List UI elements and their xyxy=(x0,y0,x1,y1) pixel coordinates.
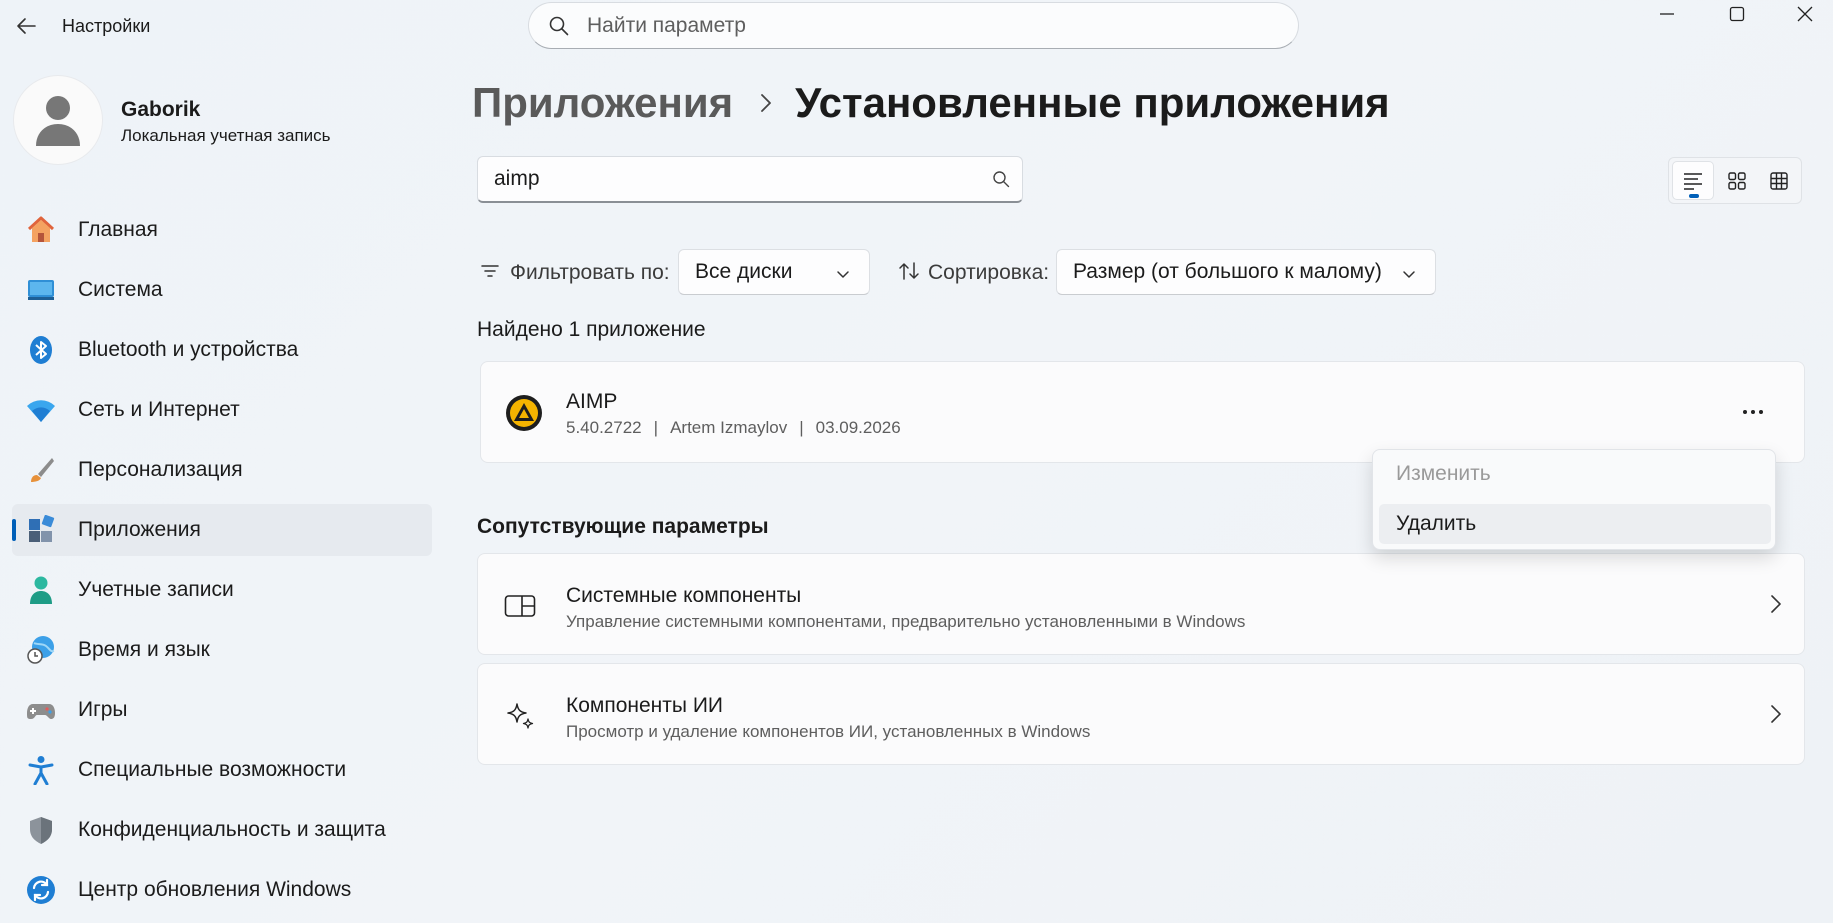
globe-clock-icon xyxy=(26,635,56,665)
minimize-button[interactable] xyxy=(1637,0,1697,28)
profile-name: Gaborik xyxy=(121,98,201,121)
close-button[interactable] xyxy=(1775,0,1833,28)
chevron-down-icon xyxy=(835,264,851,288)
list-view-icon xyxy=(1684,172,1702,190)
list-item: AIMP 5.40.2722 | Artem Izmaylov | 03.09.… xyxy=(480,361,1805,463)
grid-view-icon xyxy=(1728,171,1746,190)
breadcrumb-parent-link[interactable]: Приложения xyxy=(472,79,733,127)
more-options-button[interactable] xyxy=(1731,392,1775,432)
app-install-date: 03.09.2026 xyxy=(815,418,901,437)
list-view-button[interactable] xyxy=(1672,161,1714,200)
system-components-icon xyxy=(504,590,536,622)
app-search-input[interactable] xyxy=(494,167,974,191)
sidebar-item-personalization[interactable]: Персонализация xyxy=(12,444,432,496)
chevron-right-icon xyxy=(1770,594,1782,619)
wifi-icon xyxy=(26,395,56,425)
apps-icon xyxy=(26,515,56,545)
title-bar: Настройки xyxy=(0,0,1833,52)
sort-icon xyxy=(898,261,920,286)
app-meta: 5.40.2722 | Artem Izmaylov | 03.09.2026 xyxy=(566,418,901,438)
sidebar-item-gaming[interactable]: Игры xyxy=(12,684,432,736)
sidebar-item-accessibility[interactable]: Специальные возможности xyxy=(12,744,432,796)
meta-separator: | xyxy=(799,418,804,437)
sidebar-item-bluetooth[interactable]: Bluetooth и устройства xyxy=(12,324,432,376)
app-name: AIMP xyxy=(566,390,618,413)
sort-dropdown[interactable]: Размер (от большого к малому) xyxy=(1056,249,1436,295)
update-icon xyxy=(26,875,56,905)
accessibility-icon xyxy=(26,755,56,785)
sidebar-item-network[interactable]: Сеть и Интернет xyxy=(12,384,432,436)
app-publisher: Artem Izmaylov xyxy=(670,418,788,437)
table-view-icon xyxy=(1770,171,1788,190)
related-ai-components[interactable]: Компоненты ИИ Просмотр и удаление компон… xyxy=(477,663,1805,765)
breadcrumb: Приложения Установленные приложения xyxy=(472,76,1390,130)
filter-icon xyxy=(480,261,500,286)
sidebar-item-time-language[interactable]: Время и язык xyxy=(12,624,432,676)
maximize-button[interactable] xyxy=(1707,0,1767,28)
back-arrow-icon xyxy=(17,18,36,34)
app-title: Настройки xyxy=(62,16,151,36)
view-mode-switch xyxy=(1668,157,1802,204)
related-system-components[interactable]: Системные компоненты Управление системны… xyxy=(477,553,1805,655)
sidebar-item-home[interactable]: Главная xyxy=(12,204,432,256)
meta-separator: | xyxy=(653,418,659,437)
sparkle-icon xyxy=(504,700,536,732)
sidebar-item-privacy[interactable]: Конфиденциальность и защита xyxy=(12,804,432,856)
system-display-icon xyxy=(26,275,56,305)
shield-icon xyxy=(26,815,56,845)
chevron-down-icon xyxy=(1401,264,1417,288)
related-settings-heading: Сопутствующие параметры xyxy=(477,515,769,538)
brush-icon xyxy=(26,455,56,485)
filter-label: Фильтровать по: xyxy=(510,261,670,284)
app-search-box[interactable] xyxy=(477,156,1023,203)
minimize-icon xyxy=(1660,13,1674,15)
settings-search-box[interactable] xyxy=(528,2,1299,49)
profile-account-type: Локальная учетная запись xyxy=(121,126,331,145)
page-title: Установленные приложения xyxy=(795,79,1390,126)
app-version: 5.40.2722 xyxy=(566,418,642,437)
search-icon xyxy=(547,14,571,38)
back-button[interactable] xyxy=(10,10,42,42)
filter-sort-row: Фильтровать по: Все диски Сортировка: Ра… xyxy=(480,249,1480,295)
menu-item-modify[interactable]: Изменить xyxy=(1379,454,1771,494)
user-avatar-icon xyxy=(36,96,80,146)
person-icon xyxy=(26,575,56,605)
aimp-logo-icon xyxy=(505,394,543,432)
sidebar-nav: Главная Система Bluetooth и устройства С… xyxy=(12,204,432,923)
chevron-right-icon xyxy=(759,92,773,114)
chevron-right-icon xyxy=(1770,704,1782,729)
user-profile[interactable]: Gaborik Локальная учетная запись xyxy=(14,76,414,166)
maximize-icon xyxy=(1729,6,1745,22)
sidebar-item-system[interactable]: Система xyxy=(12,264,432,316)
sidebar-item-apps[interactable]: Приложения xyxy=(12,504,432,556)
avatar xyxy=(14,76,102,164)
sort-label: Сортировка: xyxy=(928,261,1050,284)
more-icon xyxy=(1743,410,1763,414)
grid-view-button[interactable] xyxy=(1716,161,1758,200)
menu-item-uninstall[interactable]: Удалить xyxy=(1379,504,1771,544)
settings-search-input[interactable] xyxy=(587,13,1267,38)
table-view-button[interactable] xyxy=(1758,161,1800,200)
gamepad-icon xyxy=(26,695,56,725)
results-count: Найдено 1 приложение xyxy=(477,318,706,341)
sidebar-item-windows-update[interactable]: Центр обновления Windows xyxy=(12,864,432,916)
close-icon xyxy=(1797,6,1813,22)
sidebar-item-accounts[interactable]: Учетные записи xyxy=(12,564,432,616)
search-icon[interactable] xyxy=(992,170,1010,193)
home-icon xyxy=(26,215,56,245)
bluetooth-icon xyxy=(26,335,56,365)
filter-dropdown[interactable]: Все диски xyxy=(678,249,870,295)
app-context-menu: Изменить Удалить xyxy=(1372,449,1776,550)
